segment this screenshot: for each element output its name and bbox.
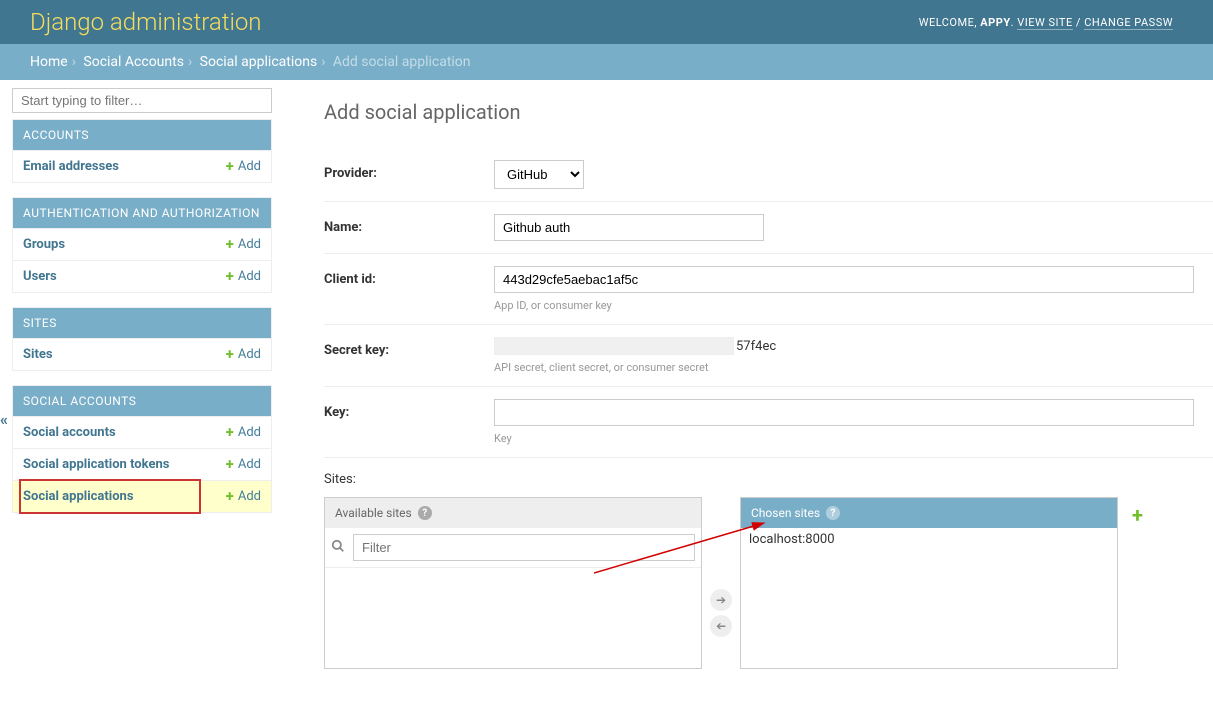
- client-id-help: App ID, or consumer key: [494, 299, 1213, 312]
- sidebar-item-users: Users +Add: [13, 260, 271, 292]
- sidebar-item-sites: Sites +Add: [13, 338, 271, 370]
- sidebar-filter-input[interactable]: [12, 88, 272, 113]
- breadcrumb-current: Add social application: [333, 54, 471, 70]
- users-link[interactable]: Users: [23, 269, 57, 284]
- sidebar-item-groups: Groups +Add: [13, 228, 271, 260]
- annotation-arrow-icon: [594, 518, 774, 578]
- user-tools: WELCOME, APPY. VIEW SITE / CHANGE PASSW: [919, 16, 1173, 29]
- sidebar-item-social-accounts: Social accounts +Add: [13, 416, 271, 448]
- module-caption-sites: SITES: [13, 308, 271, 338]
- plus-icon: +: [226, 159, 234, 174]
- search-icon: [331, 539, 345, 557]
- provider-select[interactable]: GitHub: [494, 160, 584, 189]
- secret-help: API secret, client secret, or consumer s…: [494, 361, 1213, 374]
- sites-label: Sites:: [324, 472, 1213, 487]
- name-label: Name:: [324, 214, 494, 235]
- plus-icon: +: [226, 347, 234, 362]
- plus-icon: +: [226, 237, 234, 252]
- plus-icon: +: [226, 269, 234, 284]
- row-secret: Secret key: 57f4ec API secret, client se…: [324, 325, 1213, 387]
- selector-arrows: ➔ ➔: [710, 589, 732, 637]
- row-key: Key: Key: [324, 387, 1213, 458]
- groups-link[interactable]: Groups: [23, 237, 65, 252]
- email-addresses-link[interactable]: Email addresses: [23, 159, 119, 174]
- chosen-site-item[interactable]: localhost:8000: [749, 532, 1109, 547]
- chosen-sites-box: Chosen sites ? localhost:8000: [740, 497, 1118, 669]
- module-caption-social: SOCIAL ACCOUNTS: [13, 386, 271, 416]
- secret-masked: [494, 337, 734, 355]
- sidebar-item-social-applications: Social applications +Add: [13, 480, 271, 512]
- breadcrumb-social-applications[interactable]: Social applications: [200, 54, 318, 70]
- main-content: Add social application Provider: GitHub …: [284, 80, 1213, 703]
- breadcrumb: Home› Social Accounts› Social applicatio…: [0, 44, 1213, 80]
- sidebar: « ACCOUNTS Email addresses +Add AUTHENTI…: [0, 80, 284, 703]
- client-id-input[interactable]: [494, 266, 1194, 293]
- plus-icon: +: [226, 425, 234, 440]
- module-accounts: ACCOUNTS Email addresses +Add: [12, 119, 272, 183]
- welcome-text: WELCOME,: [919, 16, 981, 29]
- add-social-token-link[interactable]: +Add: [226, 457, 261, 472]
- add-social-account-link[interactable]: +Add: [226, 425, 261, 440]
- row-sites: Sites: Available sites ?: [324, 458, 1213, 683]
- add-site-link[interactable]: +Add: [226, 347, 261, 362]
- social-accounts-link[interactable]: Social accounts: [23, 425, 116, 440]
- help-icon[interactable]: ?: [826, 506, 840, 520]
- module-caption-auth: AUTHENTICATION AND AUTHORIZATION: [13, 198, 271, 228]
- page-title: Add social application: [324, 100, 1213, 124]
- key-label: Key:: [324, 399, 494, 420]
- add-group-link[interactable]: +Add: [226, 237, 261, 252]
- client-id-label: Client id:: [324, 266, 494, 287]
- module-auth: AUTHENTICATION AND AUTHORIZATION Groups …: [12, 197, 272, 293]
- social-applications-link[interactable]: Social applications: [23, 489, 134, 504]
- plus-icon: +: [226, 457, 234, 472]
- row-name: Name:: [324, 202, 1213, 254]
- site-title[interactable]: Django administration: [30, 8, 262, 36]
- toggle-sidebar-icon[interactable]: «: [0, 410, 8, 429]
- secret-label: Secret key:: [324, 337, 494, 358]
- move-left-button[interactable]: ➔: [710, 615, 732, 637]
- change-password-link[interactable]: CHANGE PASSW: [1084, 16, 1173, 30]
- sidebar-item-social-tokens: Social application tokens +Add: [13, 448, 271, 480]
- plus-icon: +: [226, 489, 234, 504]
- add-email-address-link[interactable]: +Add: [226, 159, 261, 174]
- add-social-application-link[interactable]: +Add: [226, 489, 261, 504]
- breadcrumb-home[interactable]: Home: [30, 54, 68, 70]
- module-social-accounts: SOCIAL ACCOUNTS Social accounts +Add Soc…: [12, 385, 272, 513]
- available-sites-list[interactable]: [325, 568, 701, 668]
- add-user-link[interactable]: +Add: [226, 269, 261, 284]
- module-sites: SITES Sites +Add: [12, 307, 272, 371]
- module-caption-accounts: ACCOUNTS: [13, 120, 271, 150]
- add-related-site-icon[interactable]: +: [1132, 503, 1143, 527]
- username: APPY: [980, 16, 1010, 29]
- chosen-sites-list[interactable]: localhost:8000: [741, 528, 1117, 668]
- help-icon[interactable]: ?: [418, 506, 432, 520]
- key-help: Key: [494, 432, 1213, 445]
- row-provider: Provider: GitHub: [324, 148, 1213, 202]
- view-site-link[interactable]: VIEW SITE: [1017, 16, 1072, 30]
- social-tokens-link[interactable]: Social application tokens: [23, 457, 169, 472]
- move-right-button[interactable]: ➔: [710, 589, 732, 611]
- sites-link[interactable]: Sites: [23, 347, 53, 362]
- row-client-id: Client id: App ID, or consumer key: [324, 254, 1213, 325]
- header: Django administration WELCOME, APPY. VIE…: [0, 0, 1213, 44]
- key-input[interactable]: [494, 399, 1194, 426]
- chosen-sites-header: Chosen sites ?: [741, 498, 1117, 528]
- breadcrumb-social-accounts[interactable]: Social Accounts: [83, 54, 184, 70]
- provider-label: Provider:: [324, 160, 494, 181]
- name-input[interactable]: [494, 214, 764, 241]
- secret-suffix: 57f4ec: [736, 339, 776, 354]
- sidebar-item-email-addresses: Email addresses +Add: [13, 150, 271, 182]
